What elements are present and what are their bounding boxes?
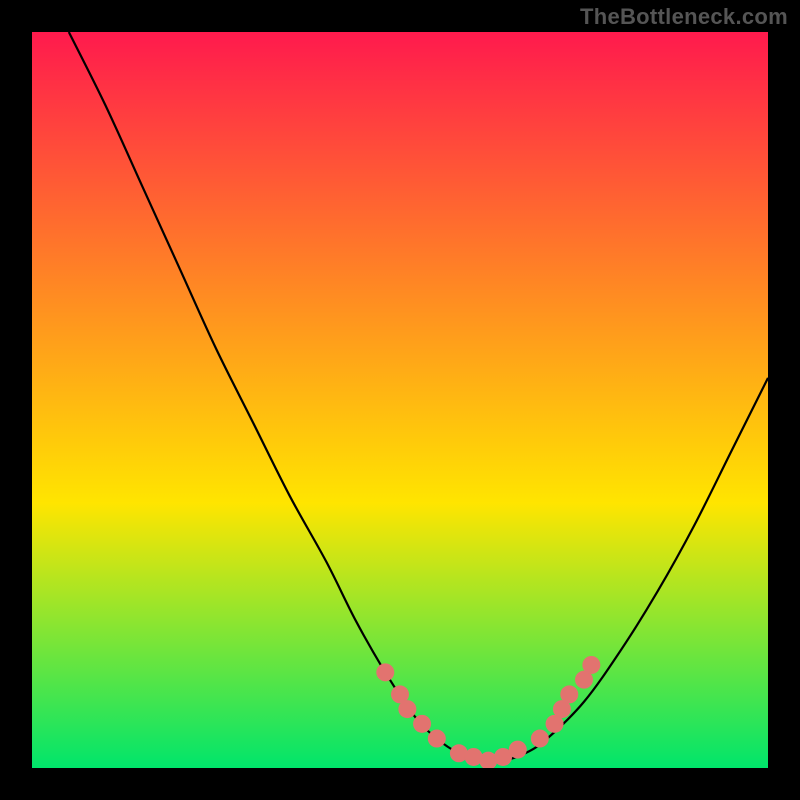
highlight-point	[582, 656, 600, 674]
highlight-point	[428, 730, 446, 748]
background-gradient	[32, 32, 768, 768]
plot-area	[32, 32, 768, 768]
chart-frame: TheBottleneck.com	[0, 0, 800, 800]
highlight-point	[398, 700, 416, 718]
highlight-point	[509, 741, 527, 759]
highlight-point	[376, 663, 394, 681]
highlight-point	[413, 715, 431, 733]
watermark-text: TheBottleneck.com	[580, 4, 788, 30]
highlight-point	[560, 685, 578, 703]
plot-svg	[32, 32, 768, 768]
highlight-point	[531, 730, 549, 748]
